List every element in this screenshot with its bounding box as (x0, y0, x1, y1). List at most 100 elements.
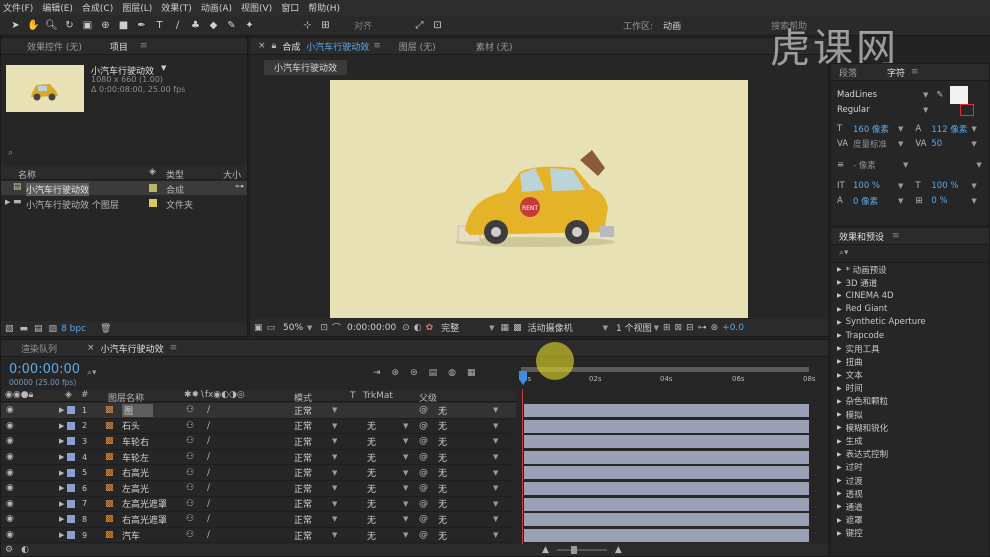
layer-trkmat[interactable]: 无 (367, 435, 376, 448)
shy-switch-icon[interactable]: ⚇ (186, 405, 194, 415)
chevron-down-icon[interactable]: ▼ (971, 182, 976, 190)
layer-name[interactable]: 右高光 (122, 466, 149, 479)
hand-tool-icon[interactable]: ✋ (26, 18, 41, 33)
comp-flow-icon[interactable]: ⇥ (373, 368, 381, 378)
layer-mode[interactable]: 正常 (294, 404, 312, 417)
show-snapshot-icon[interactable]: ◐ (414, 323, 422, 333)
layer-mode[interactable]: 正常 (294, 513, 312, 526)
font-family-value[interactable]: MadLines (837, 90, 923, 100)
layer-duration-bar[interactable] (524, 466, 809, 480)
layer-name[interactable]: 车轮左 (122, 451, 149, 464)
menu-animation[interactable]: 动画(A) (201, 1, 232, 14)
eye-icon[interactable]: ◉ (6, 499, 14, 509)
frame-blend-icon[interactable]: ▤ (429, 368, 438, 378)
pan-behind-tool-icon[interactable]: ⊕ (98, 18, 113, 33)
chevron-down-icon[interactable]: ▼ (332, 531, 337, 539)
layer-mode[interactable]: 正常 (294, 529, 312, 542)
layer-duration-bar[interactable] (524, 513, 809, 527)
layer-trkmat[interactable]: 无 (367, 419, 376, 432)
timeline-timecode[interactable]: 0:00:00:00 (9, 362, 80, 377)
tsume-value[interactable]: 0 % (931, 196, 971, 206)
snap-options-icon[interactable]: ⊞ (318, 18, 333, 33)
quality-switch-icon[interactable]: ∕ (207, 468, 210, 478)
shy-switch-icon[interactable]: ⚇ (186, 436, 194, 446)
chevron-down-icon[interactable]: ▼ (923, 106, 928, 114)
motion-blur-icon[interactable]: ◍ (448, 368, 456, 378)
font-size-value[interactable]: 160 像素 (853, 123, 898, 135)
col-name[interactable]: 名称 (18, 168, 36, 181)
menu-view[interactable]: 视图(V) (241, 1, 272, 14)
chevron-down-icon[interactable]: ▼ (898, 197, 903, 205)
flowchart-icon[interactable]: ⊶ (698, 323, 707, 333)
layer-parent[interactable]: 无 (438, 419, 447, 432)
label-swatch[interactable] (67, 499, 75, 508)
col-t[interactable]: T (350, 391, 356, 401)
effect-category[interactable]: ▶ 表达式控制 (831, 448, 989, 461)
layer-row[interactable]: ◉ ▶ 5 ▩ 右高光 ⚇ ∕ 正常 ▼ 无 ▼ @ 无 ▼ (1, 465, 516, 481)
brush-tool-icon[interactable]: ∕ (170, 18, 185, 33)
expand-icon[interactable]: ⤢ (412, 18, 427, 33)
expand-arrow-icon[interactable]: ▶ (59, 422, 64, 430)
flowchart-icon[interactable]: ⊶ (235, 182, 244, 192)
expand-arrow-icon[interactable]: ▶ (59, 469, 64, 477)
toggle-pixel-icon[interactable]: ⊞ (663, 323, 671, 333)
layer-row[interactable]: ◉ ▶ 6 ▩ 左高光 ⚇ ∕ 正常 ▼ 无 ▼ @ 无 ▼ (1, 481, 516, 497)
effect-category[interactable]: ▶ 实用工具 (831, 342, 989, 355)
parent-pickwhip-icon[interactable]: @ (419, 514, 428, 524)
effect-category[interactable]: ▶ 通道 (831, 500, 989, 513)
menu-help[interactable]: 帮助(H) (308, 1, 340, 14)
close-icon[interactable]: × (258, 41, 266, 51)
layer-mode[interactable]: 正常 (294, 435, 312, 448)
quality-switch-icon[interactable]: ∕ (207, 499, 210, 509)
eye-icon[interactable]: ◉ (6, 436, 14, 446)
effect-category[interactable]: ▶ 键控 (831, 527, 989, 540)
project-item-comp[interactable]: ▤ 小汽车行驶动效 合成 ⊶ (1, 181, 247, 196)
new-folder-icon[interactable]: ▬ (20, 324, 29, 334)
tab-character[interactable]: 字符 (887, 66, 905, 79)
layer-duration-bar[interactable] (524, 404, 809, 417)
type-tool-icon[interactable]: T (152, 18, 167, 33)
layer-row[interactable]: ◉ ▶ 8 ▩ 右高光遮罩 ⚇ ∕ 正常 ▼ 无 ▼ @ 无 ▼ (1, 512, 516, 528)
rotate-tool-icon[interactable]: ↻ (62, 18, 77, 33)
comp-viewer[interactable]: RENT (330, 80, 748, 318)
layer-parent[interactable]: 无 (438, 529, 447, 542)
parent-pickwhip-icon[interactable]: @ (419, 483, 428, 493)
chevron-down-icon[interactable]: ▼ (898, 182, 903, 190)
menu-file[interactable]: 文件(F) (3, 1, 33, 14)
effect-category[interactable]: ▶ Red Giant (831, 303, 989, 316)
layer-name[interactable]: 左高光遮罩 (122, 497, 167, 510)
layer-row[interactable]: ◉ ▶ 9 ▩ 汽车 ⚇ ∕ 正常 ▼ 无 ▼ @ 无 ▼ (1, 528, 516, 544)
layer-mode[interactable]: 正常 (294, 466, 312, 479)
transparency-grid-icon[interactable]: ▩ (513, 323, 522, 333)
shy-icon[interactable]: ⊜ (410, 368, 418, 378)
effect-category[interactable]: ▶ 时间 (831, 382, 989, 395)
layer-duration-bar[interactable] (524, 419, 809, 433)
layer-row[interactable]: ◉ ▶ 2 ▩ 石头 ⚇ ∕ 正常 ▼ 无 ▼ @ 无 ▼ (1, 419, 516, 435)
layer-parent[interactable]: 无 (438, 404, 447, 417)
layer-duration-bar[interactable] (524, 497, 809, 511)
timeline-search-icon[interactable]: ⌕▾ (87, 368, 97, 378)
layer-parent[interactable]: 无 (438, 435, 447, 448)
layer-row[interactable]: ◉ ▶ 7 ▩ 左高光遮罩 ⚇ ∕ 正常 ▼ 无 ▼ @ 无 ▼ (1, 497, 516, 513)
menu-window[interactable]: 窗口 (281, 1, 299, 14)
shrink-icon[interactable]: ⊡ (430, 18, 445, 33)
parent-pickwhip-icon[interactable]: @ (419, 436, 428, 446)
chevron-down-icon[interactable]: ▼ (403, 453, 408, 461)
parent-pickwhip-icon[interactable]: @ (419, 421, 428, 431)
expand-arrow-icon[interactable]: ▶ (59, 515, 64, 523)
label-swatch[interactable] (67, 484, 75, 493)
label-swatch[interactable] (67, 515, 75, 524)
chevron-down-icon[interactable]: ▼ (971, 197, 976, 205)
effect-category[interactable]: ▶ 模拟 (831, 408, 989, 421)
always-preview-icon[interactable]: ▣ (254, 323, 263, 333)
chevron-down-icon[interactable]: ▼ (976, 161, 981, 169)
tab-layer[interactable]: 图层 (无) (399, 40, 436, 53)
shy-switch-icon[interactable]: ⚇ (186, 514, 194, 524)
modes-toggle-icon[interactable]: ◐ (21, 545, 29, 555)
zoom-out-icon[interactable]: ▲ (542, 545, 549, 555)
panel-menu-icon[interactable]: ≡ (892, 231, 900, 241)
layer-name[interactable]: 图 (122, 403, 154, 417)
expand-arrow-icon[interactable]: ▶ (59, 437, 64, 445)
layer-duration-bar[interactable] (524, 450, 809, 464)
quality-switch-icon[interactable]: ∕ (207, 483, 210, 493)
